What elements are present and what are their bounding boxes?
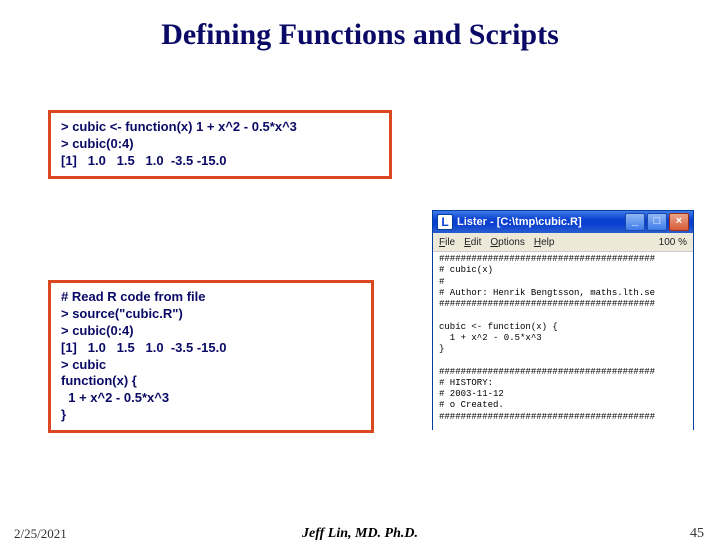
menu-help[interactable]: Help — [534, 237, 555, 248]
page-title: Defining Functions and Scripts — [0, 18, 720, 52]
menu-file[interactable]: File — [439, 237, 455, 248]
menubar: File Edit Options Help 100 % — [433, 233, 693, 252]
zoom-level: 100 % — [659, 237, 687, 248]
close-button[interactable]: × — [669, 213, 689, 231]
code-block-2: # Read R code from file > source("cubic.… — [48, 280, 374, 433]
menu-edit[interactable]: Edit — [464, 237, 481, 248]
window-title: Lister - [C:\tmp\cubic.R] — [457, 216, 582, 228]
code-block-1: > cubic <- function(x) 1 + x^2 - 0.5*x^3… — [48, 110, 392, 179]
app-icon: L — [437, 214, 453, 230]
lister-window: L Lister - [C:\tmp\cubic.R] _ □ × File E… — [432, 210, 694, 430]
minimize-button[interactable]: _ — [625, 213, 645, 231]
menu-options[interactable]: Options — [490, 237, 524, 248]
titlebar: L Lister - [C:\tmp\cubic.R] _ □ × — [433, 211, 693, 233]
editor-content[interactable]: ########################################… — [433, 252, 693, 432]
maximize-button[interactable]: □ — [647, 213, 667, 231]
